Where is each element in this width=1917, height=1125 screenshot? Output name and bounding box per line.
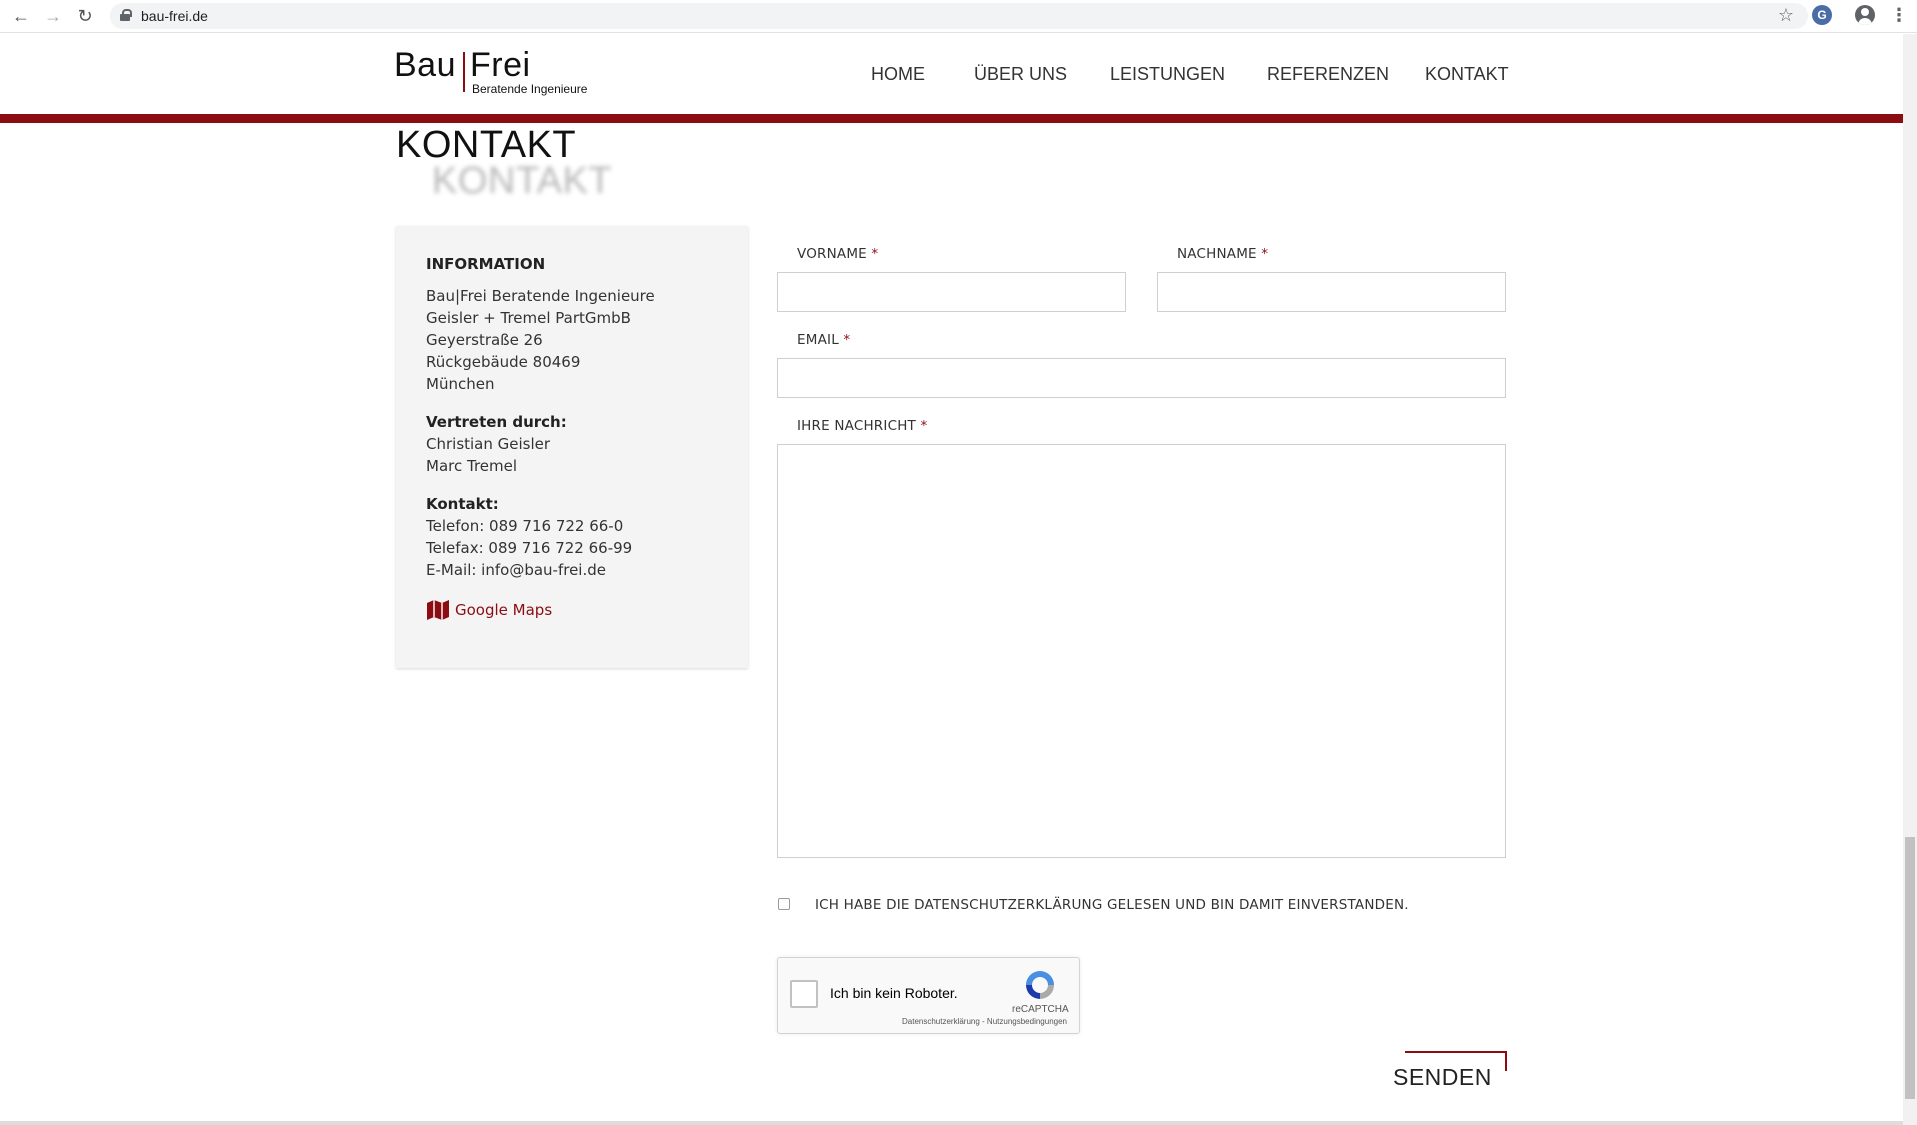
phone-line: Telefon: 089 716 722 66-0 — [426, 517, 624, 535]
logo-frei: Frei — [470, 46, 531, 84]
represented-label: Vertreten durch: — [426, 413, 567, 431]
firstname-field[interactable] — [777, 272, 1126, 312]
recaptcha-checkbox[interactable] — [790, 980, 818, 1008]
email-label: EMAIL * — [797, 332, 851, 348]
lastname-label: NACHNAME * — [1177, 246, 1269, 262]
recaptcha-icon — [1026, 971, 1054, 999]
menu-icon[interactable]: ⋮ — [1890, 6, 1908, 26]
logo-bau: Bau — [394, 46, 456, 84]
message-field[interactable] — [777, 444, 1506, 858]
submit-button[interactable]: SENDEN — [1393, 1064, 1492, 1091]
address-block: Bau|Frei Beratende Ingenieure Geisler + … — [426, 285, 718, 395]
info-heading: INFORMATION — [426, 255, 546, 273]
nav-item-referenzen[interactable]: REFERENZEN — [1267, 64, 1389, 85]
fax-line: Telefax: 089 716 722 66-99 — [426, 539, 633, 557]
recaptcha-text: Ich bin kein Roboter. — [830, 985, 958, 1001]
extension-icon[interactable]: G — [1812, 5, 1832, 25]
representative: Marc Tremel — [426, 457, 518, 475]
bottom-edge — [0, 1121, 1903, 1125]
nav-item-ueber-uns[interactable]: ÜBER UNS — [974, 64, 1067, 85]
email-field[interactable] — [777, 358, 1506, 398]
nav-item-kontakt[interactable]: KONTAKT — [1425, 64, 1509, 85]
map-icon — [427, 600, 449, 620]
address-line: Bau|Frei Beratende Ingenieure — [426, 287, 655, 305]
back-icon[interactable]: ← — [11, 6, 31, 26]
star-icon[interactable]: ☆ — [1778, 5, 1794, 26]
nav-item-leistungen[interactable]: LEISTUNGEN — [1110, 64, 1225, 85]
consent-checkbox[interactable] — [778, 898, 790, 910]
message-label: IHRE NACHRICHT * — [797, 418, 928, 434]
representatives-block: Vertreten durch: Christian Geisler Marc … — [426, 411, 718, 477]
page-title-shadow: KONTAKT — [432, 160, 613, 202]
address-line: Geyerstraße 26 — [426, 331, 543, 349]
logo-divider — [463, 52, 465, 92]
firstname-label: VORNAME * — [797, 246, 879, 262]
url-text: bau-frei.de — [141, 8, 208, 24]
address-bar[interactable]: bau-frei.de ☆ — [110, 3, 1808, 29]
site-logo[interactable]: Bau Frei Beratende Ingenieure — [394, 46, 604, 96]
address-line: Geisler + Tremel PartGmbB — [426, 309, 631, 327]
logo-subtitle: Beratende Ingenieure — [472, 82, 588, 96]
browser-toolbar: ← → ↻ bau-frei.de ☆ G ⋮ — [0, 0, 1917, 33]
contact-label: Kontakt: — [426, 495, 499, 513]
header-accent-bar — [0, 114, 1903, 123]
google-maps-label: Google Maps — [455, 601, 553, 619]
nav-item-home[interactable]: HOME — [871, 64, 925, 85]
info-panel: INFORMATION Bau|Frei Beratende Ingenieur… — [396, 226, 748, 668]
profile-icon[interactable] — [1855, 5, 1875, 25]
consent-label: ICH HABE DIE DATENSCHUTZERKLÄRUNG GELESE… — [815, 897, 1409, 913]
page-scrollbar[interactable] — [1903, 34, 1917, 1125]
recaptcha-terms[interactable]: Datenschutzerklärung - Nutzungsbedingung… — [902, 1017, 1067, 1026]
address-line: Rückgebäude 80469 — [426, 353, 581, 371]
scrollbar-thumb[interactable] — [1905, 837, 1915, 1099]
google-maps-link[interactable]: Google Maps — [426, 599, 718, 621]
reload-icon[interactable]: ↻ — [75, 6, 95, 26]
recaptcha-brand: reCAPTCHA — [1012, 1004, 1069, 1015]
email-line[interactable]: E-Mail: info@bau-frei.de — [426, 559, 718, 581]
lastname-field[interactable] — [1157, 272, 1506, 312]
representative: Christian Geisler — [426, 435, 551, 453]
forward-icon[interactable]: → — [43, 6, 63, 26]
lock-icon — [120, 9, 132, 21]
contact-block: Kontakt: Telefon: 089 716 722 66-0 Telef… — [426, 493, 718, 581]
address-line: München — [426, 375, 495, 393]
recaptcha-widget: Ich bin kein Roboter. reCAPTCHA Datensch… — [777, 957, 1080, 1034]
site-header: Bau Frei Beratende Ingenieure HOME ÜBER … — [0, 34, 1903, 114]
